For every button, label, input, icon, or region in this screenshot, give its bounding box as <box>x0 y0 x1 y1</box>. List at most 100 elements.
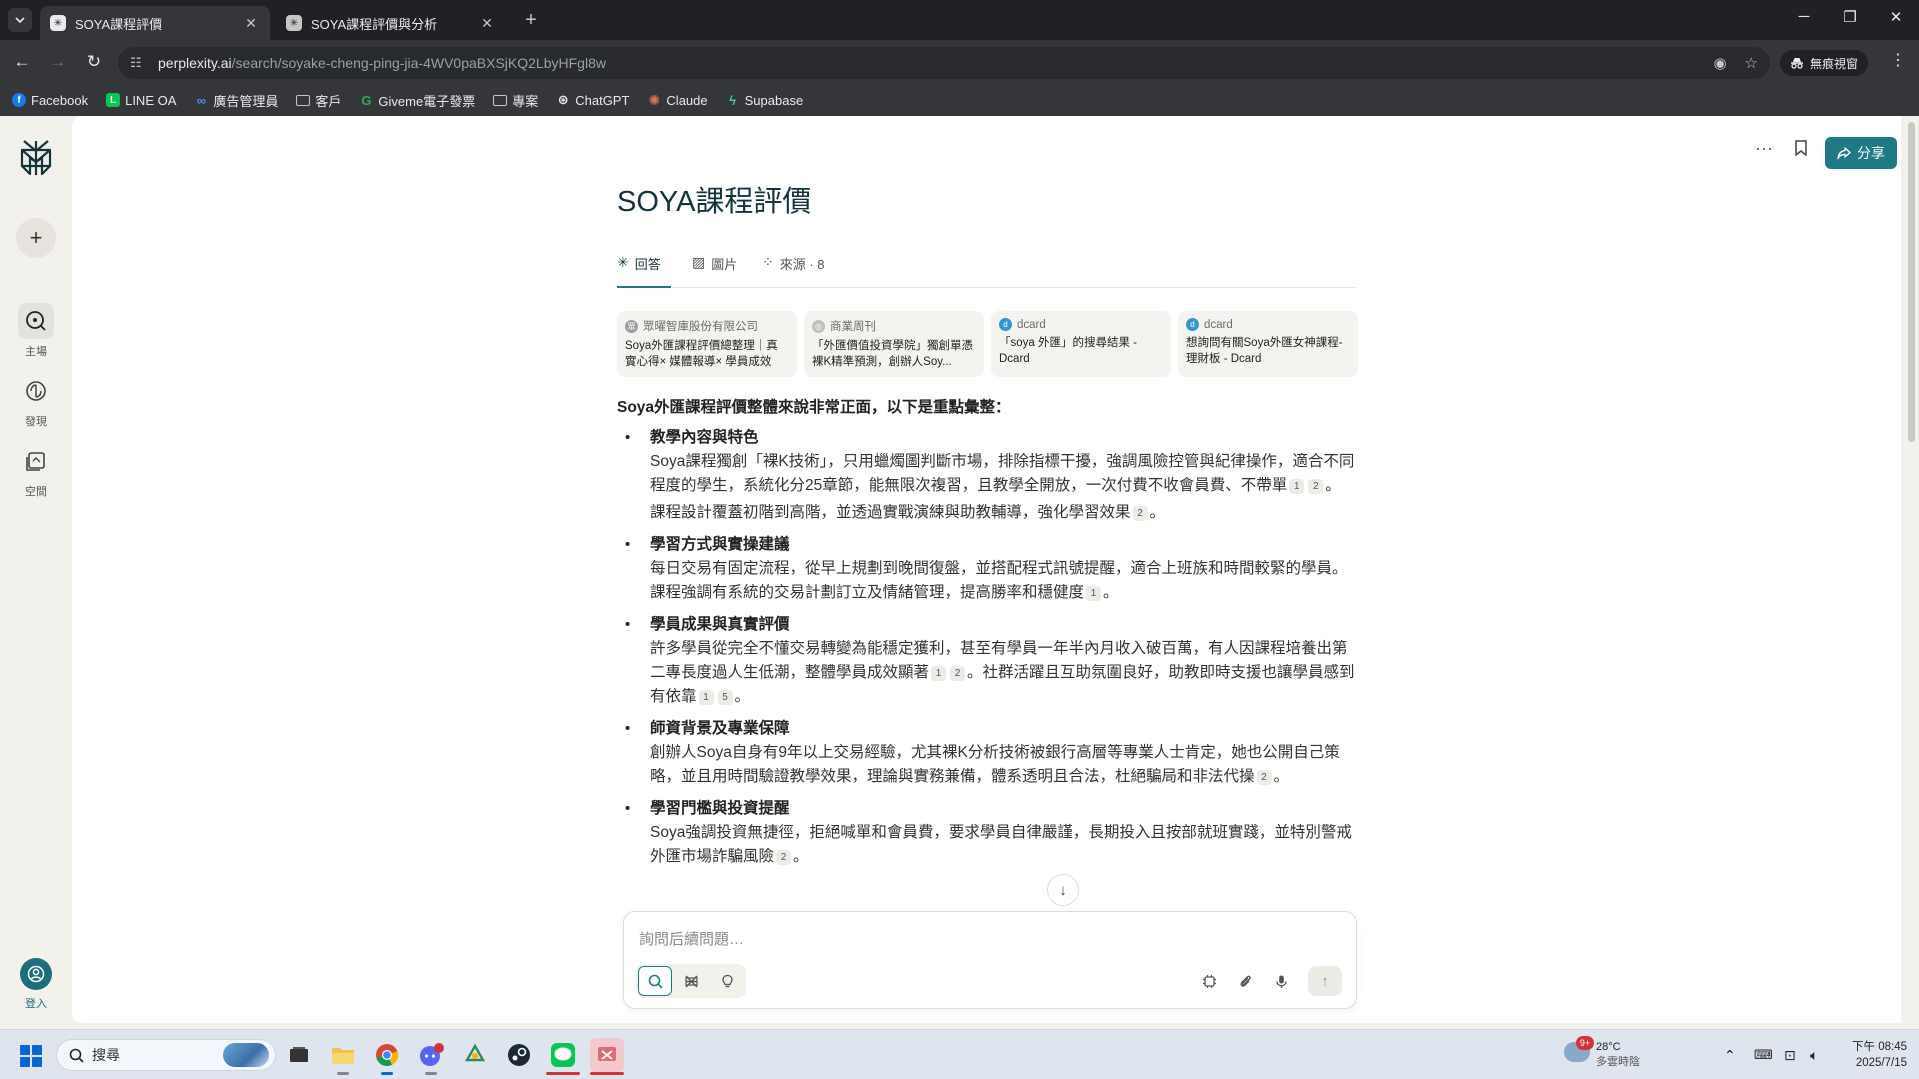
more-options-icon[interactable]: ··· <box>1751 138 1777 159</box>
tab-title: SOYA課程評價 <box>75 16 163 32</box>
citation-chip[interactable]: 1 <box>1289 479 1305 494</box>
attach-button[interactable] <box>1236 966 1254 996</box>
tab-answer[interactable]: ✳ 回答 <box>617 252 671 288</box>
reload-button[interactable]: ↻ <box>82 50 106 74</box>
volume-icon[interactable]: 🔈︎ <box>1810 1030 1818 1079</box>
paragraph-text: Soya強調投資無捷徑，拒絕喊單和會員費，要求學員自律嚴謹，長期投入且按部就班實… <box>650 824 1352 865</box>
chrome-menu-icon[interactable]: ⋮ <box>1890 50 1906 70</box>
line-app-icon[interactable] <box>546 1038 580 1075</box>
tab-images[interactable]: ▨ 圖片 <box>692 252 737 288</box>
close-tab-icon[interactable]: ✕ <box>478 15 496 32</box>
citation-chip[interactable]: 1 <box>931 666 947 681</box>
bookmark-claude[interactable]: ✺ Claude <box>647 92 708 108</box>
minimize-button[interactable]: ─ <box>1792 8 1816 25</box>
scrollbar-thumb[interactable] <box>1908 122 1915 442</box>
voice-input-button[interactable] <box>1272 966 1290 996</box>
recycle-app-icon[interactable] <box>458 1038 492 1072</box>
weather-widget[interactable]: 9+ 28°C 多雲時陰 <box>1562 1036 1672 1072</box>
labs-mode-button[interactable] <box>710 966 744 996</box>
source-card[interactable]: ◎ 商業周刊 「外匯價值投資學院」獨創單憑裸K精準預測，創辦人Soy... <box>804 311 984 377</box>
login-button[interactable]: 登入 <box>18 958 54 1011</box>
giveme-icon: G <box>361 92 372 108</box>
login-label: 登入 <box>25 998 47 1010</box>
bookmark-label: 客戶 <box>315 93 342 109</box>
scroll-to-bottom-button[interactable]: ↓ <box>1047 874 1079 906</box>
address-bar[interactable]: ☷ perplexity.ai/search/soyake-cheng-ping… <box>118 47 1770 79</box>
section-heading: 教學內容與特色 <box>650 429 759 446</box>
discover-icon <box>18 373 54 409</box>
citation-chip[interactable]: 2 <box>1308 479 1324 494</box>
back-button[interactable]: ← <box>10 50 34 74</box>
close-tab-icon[interactable]: ✕ <box>242 15 260 32</box>
citation-chip[interactable]: 2 <box>1132 506 1148 521</box>
task-view-icon[interactable] <box>282 1038 316 1072</box>
input-method-icon[interactable]: ⌨ <box>1754 1030 1773 1079</box>
lightbulb-icon <box>721 974 733 987</box>
tracking-eye-off-icon[interactable]: ◉ <box>1713 54 1726 72</box>
discord-icon[interactable] <box>414 1038 448 1075</box>
tab-sources[interactable]: ⁘ 來源 · 8 <box>762 252 825 288</box>
citation-chip[interactable]: 2 <box>950 666 966 681</box>
citation-chip[interactable]: 2 <box>776 850 792 865</box>
follow-up-input-box[interactable]: 詢問后續問題… ↑ <box>623 911 1357 1009</box>
file-explorer-icon[interactable] <box>326 1038 360 1075</box>
taskbar-search-box[interactable]: 搜尋 <box>56 1039 276 1071</box>
star-bookmark-icon[interactable]: ☆ <box>1745 54 1758 72</box>
snipping-tool-icon[interactable] <box>590 1038 624 1075</box>
search-mode-button[interactable] <box>638 966 672 996</box>
new-thread-button[interactable]: + <box>16 218 56 258</box>
source-card[interactable]: d dcard 想詢問有關Soya外匯女神課程- 理財板 - Dcard <box>1178 311 1358 377</box>
incognito-indicator[interactable]: 無痕視窗 <box>1780 50 1869 76</box>
browser-tab-active[interactable]: ✳ SOYA課程評價 ✕ <box>40 6 270 40</box>
bookmark-chatgpt[interactable]: ⊛ ChatGPT <box>556 92 630 108</box>
windows-taskbar: 搜尋 9+ 28°C 多雲時陰 ⌃ ⌨ ⊡ 🔈︎ 下午 08:45 2025/7… <box>0 1029 1919 1079</box>
citation-chip[interactable]: 1 <box>1086 586 1102 601</box>
bookmark-giveme[interactable]: G Giveme電子發票 <box>359 91 475 110</box>
submit-button[interactable]: ↑ <box>1308 966 1342 996</box>
bookmark-ads-manager[interactable]: ∞ 廣告管理員 <box>194 91 279 110</box>
tab-search-button[interactable] <box>8 8 32 32</box>
close-window-button[interactable]: ✕ <box>1884 8 1908 26</box>
sidebar-item-home[interactable]: 主場 <box>12 303 60 359</box>
source-card[interactable]: 眾眾曜智庫股份有限公司 Soya外匯課程評價總整理｜真實心得× 媒體報導× 學員… <box>617 311 797 377</box>
section-paragraph: Soya強調投資無捷徑，拒絕喊單和會員費，要求學員自律嚴謹，長期投入且按部就班實… <box>650 821 1357 869</box>
network-icon[interactable]: ⊡ <box>1784 1030 1796 1079</box>
citation-chip[interactable]: 1 <box>698 690 714 705</box>
show-hidden-icons-button[interactable]: ⌃ <box>1724 1030 1736 1079</box>
weather-text: 28°C 多雲時陰 <box>1596 1040 1640 1070</box>
sidebar-item-discover[interactable]: 發現 <box>12 373 60 429</box>
punctuation: 。 <box>1325 477 1341 494</box>
left-sidebar: + 主場 發現 空間 登入 <box>0 116 72 1029</box>
source-card[interactable]: d dcard 「soya 外匯」的搜尋結果 - Dcard <box>991 311 1171 377</box>
restore-button[interactable]: ❐ <box>1838 8 1862 26</box>
forward-button[interactable]: → <box>46 50 70 74</box>
bookmark-line-oa[interactable]: L LINE OA <box>106 93 176 108</box>
globe-icon: ◎ <box>812 319 825 333</box>
share-button[interactable]: 分享 <box>1825 137 1897 169</box>
new-tab-button[interactable]: + <box>520 9 542 32</box>
weather-desc: 多雲時陰 <box>1596 1056 1640 1068</box>
bookmark-supabase[interactable]: ϟ Supabase <box>726 93 803 108</box>
bookmark-folder-clients[interactable]: 客戶 <box>296 91 341 110</box>
perplexity-logo-icon[interactable] <box>18 138 54 178</box>
system-clock[interactable]: 下午 08:45 2025/7/15 <box>1843 1039 1907 1071</box>
bookmark-thread-button[interactable] <box>1788 140 1814 161</box>
research-mode-button[interactable] <box>674 966 708 996</box>
follow-up-input[interactable]: 詢問后續問題… <box>639 928 744 949</box>
section-paragraph: 創辦人Soya自身有9年以上交易經驗，尤其裸K分析技術被銀行高層等專業人士肯定，… <box>650 741 1357 789</box>
browser-tab[interactable]: ✳ SOYA課程評價與分析 ✕ <box>276 6 506 40</box>
page-scrollbar[interactable] <box>1904 116 1919 1029</box>
incognito-label: 無痕視窗 <box>1810 56 1859 71</box>
chrome-icon[interactable] <box>370 1038 404 1075</box>
sidebar-item-spaces[interactable]: 空間 <box>12 443 60 499</box>
bookmark-facebook[interactable]: f Facebook <box>12 93 88 108</box>
site-info-icon[interactable]: ☷ <box>130 55 148 71</box>
citation-chip[interactable]: 2 <box>1256 770 1272 785</box>
source-site: dcard <box>1204 318 1233 331</box>
steam-icon[interactable] <box>502 1038 536 1072</box>
citation-chip[interactable]: 5 <box>717 690 733 705</box>
model-select-button[interactable] <box>1200 966 1218 996</box>
source-title: 「外匯價值投資學院」獨創單憑裸K精準預測，創辦人Soy... <box>812 340 973 368</box>
bookmark-folder-projects[interactable]: 專案 <box>493 91 538 110</box>
windows-start-icon[interactable] <box>20 1045 42 1067</box>
